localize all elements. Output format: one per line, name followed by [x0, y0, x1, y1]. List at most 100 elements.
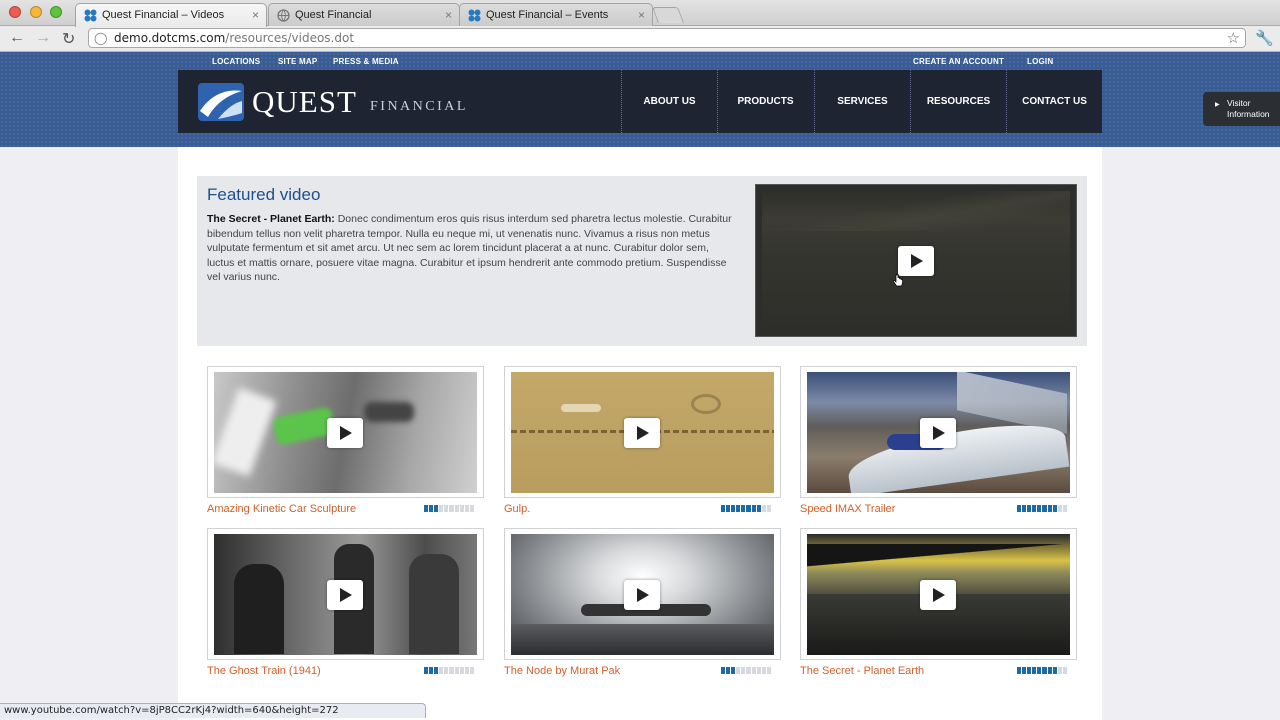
rating-segment	[1047, 505, 1052, 512]
rating-bar	[1017, 505, 1067, 512]
page-info-icon[interactable]: ◯	[94, 31, 107, 45]
play-icon[interactable]	[624, 580, 660, 610]
locations-link[interactable]: LOCATIONS	[212, 57, 260, 66]
rating-segment	[424, 505, 429, 512]
rating-segment	[1027, 667, 1032, 674]
rating-segment	[1047, 667, 1052, 674]
thumbnail-frame	[504, 528, 781, 660]
reload-icon[interactable]: ↻	[62, 29, 75, 49]
press-media-link[interactable]: PRESS & MEDIA	[333, 57, 399, 66]
login-link[interactable]: LOGIN	[1027, 57, 1053, 66]
rating-bar	[721, 667, 771, 674]
logo-subtitle: FINANCIAL	[370, 99, 468, 114]
video-thumbnail[interactable]	[214, 372, 477, 493]
rating-segment	[1032, 667, 1037, 674]
video-thumbnail[interactable]	[807, 534, 1070, 655]
video-title[interactable]: The Ghost Train (1941)	[207, 665, 321, 677]
status-url: www.youtube.com/watch?v=8jP8CC2rKj4?widt…	[4, 705, 339, 716]
status-bar: www.youtube.com/watch?v=8jP8CC2rKj4?widt…	[0, 703, 426, 718]
rating-segment	[1022, 667, 1027, 674]
address-bar[interactable]: ◯ demo.dotcms.com/resources/videos.dot ☆	[88, 28, 1246, 48]
minimize-window-button[interactable]	[30, 6, 42, 18]
rating-segment	[736, 667, 741, 674]
video-thumbnail[interactable]	[214, 534, 477, 655]
close-tab-icon[interactable]: ×	[638, 8, 645, 22]
rating-bar	[424, 505, 474, 512]
url-text: demo.dotcms.com/resources/videos.dot	[114, 31, 355, 45]
video-thumbnail[interactable]	[511, 534, 774, 655]
rating-segment	[454, 667, 459, 674]
browser-toolbar: ← → ↻ ◯ demo.dotcms.com/resources/videos…	[0, 26, 1280, 52]
nav-contact-us[interactable]: CONTACT US	[1006, 70, 1102, 133]
rating-segment	[444, 667, 449, 674]
zoom-window-button[interactable]	[50, 6, 62, 18]
video-title[interactable]: Amazing Kinetic Car Sculpture	[207, 503, 356, 515]
play-icon[interactable]	[920, 580, 956, 610]
rating-segment	[464, 667, 469, 674]
rating-segment	[1062, 667, 1067, 674]
logo-wordmark[interactable]: QUEST	[252, 84, 357, 120]
rating-segment	[751, 505, 756, 512]
wrench-icon[interactable]: 🔧	[1255, 29, 1274, 47]
visitor-information-tab[interactable]: ▶ Visitor Information	[1203, 92, 1280, 126]
play-icon[interactable]	[327, 418, 363, 448]
play-icon[interactable]	[920, 418, 956, 448]
forward-arrow-icon[interactable]: →	[35, 29, 51, 47]
quest-logo-icon[interactable]	[198, 83, 244, 121]
main-nav: QUEST FINANCIAL ABOUT US PRODUCTS SERVIC…	[178, 70, 1102, 133]
bookmark-star-icon[interactable]: ☆	[1227, 29, 1240, 47]
create-account-link[interactable]: CREATE AN ACCOUNT	[913, 57, 1004, 66]
close-window-button[interactable]	[9, 6, 21, 18]
video-thumbnail[interactable]	[511, 372, 774, 493]
featured-video-section: Featured video The Secret - Planet Earth…	[197, 176, 1087, 346]
rating-segment	[439, 667, 444, 674]
close-tab-icon[interactable]: ×	[445, 8, 452, 22]
play-icon[interactable]	[624, 418, 660, 448]
thumbnail-frame	[207, 528, 484, 660]
video-title[interactable]: Gulp.	[504, 503, 530, 515]
rating-segment	[444, 505, 449, 512]
tab-videos[interactable]: Quest Financial – Videos ×	[75, 3, 267, 27]
rating-segment	[1037, 667, 1042, 674]
rating-segment	[751, 667, 756, 674]
close-tab-icon[interactable]: ×	[252, 8, 259, 22]
rating-bar	[1017, 667, 1067, 674]
rating-segment	[1017, 505, 1022, 512]
video-title[interactable]: Speed IMAX Trailer	[800, 503, 895, 515]
rating-segment	[459, 667, 464, 674]
nav-services[interactable]: SERVICES	[814, 70, 910, 133]
site-map-link[interactable]: SITE MAP	[278, 57, 317, 66]
rating-segment	[449, 505, 454, 512]
nav-products[interactable]: PRODUCTS	[717, 70, 813, 133]
rating-segment	[766, 667, 771, 674]
rating-segment	[726, 667, 731, 674]
rating-segment	[726, 505, 731, 512]
nav-resources[interactable]: RESOURCES	[910, 70, 1006, 133]
video-title[interactable]: The Secret - Planet Earth	[800, 665, 924, 677]
dotcms-favicon-icon	[468, 9, 481, 22]
tab-events[interactable]: Quest Financial – Events ×	[459, 3, 653, 26]
rating-segment	[434, 505, 439, 512]
rating-segment	[731, 667, 736, 674]
tab-label: Quest Financial – Events	[486, 9, 609, 21]
thumbnail-frame	[207, 366, 484, 498]
main-content: Featured video The Secret - Planet Earth…	[178, 147, 1102, 720]
featured-video-player[interactable]	[755, 184, 1077, 337]
rating-segment	[1027, 505, 1032, 512]
tab-quest-financial[interactable]: Quest Financial ×	[268, 3, 460, 26]
visitor-label: Visitor Information	[1227, 98, 1270, 119]
play-icon[interactable]	[327, 580, 363, 610]
rating-segment	[1017, 667, 1022, 674]
rating-segment	[1057, 667, 1062, 674]
rating-segment	[469, 505, 474, 512]
thumbnail-frame	[800, 528, 1077, 660]
video-thumbnail[interactable]	[807, 372, 1070, 493]
back-arrow-icon[interactable]: ←	[9, 29, 25, 47]
rating-segment	[1037, 505, 1042, 512]
play-icon[interactable]	[898, 246, 934, 276]
new-tab-button[interactable]	[652, 7, 684, 23]
featured-title: The Secret - Planet Earth:	[207, 213, 335, 225]
nav-about-us[interactable]: ABOUT US	[621, 70, 717, 133]
rating-segment	[1042, 667, 1047, 674]
video-title[interactable]: The Node by Murat Pak	[504, 665, 620, 677]
